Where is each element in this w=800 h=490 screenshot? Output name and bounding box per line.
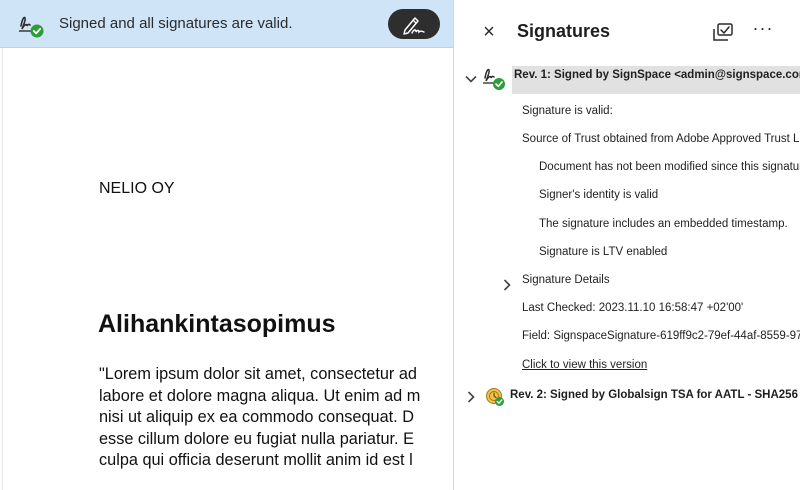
chevron-down-icon [464, 73, 478, 90]
body-line: esse cillum dolore eu fugiat nulla paria… [99, 429, 414, 448]
panel-title: Signatures [517, 21, 611, 41]
timestamp-seal-icon [485, 387, 505, 407]
more-icon: ··· [752, 18, 774, 38]
signature-status-banner: Signed and all signatures are valid. [0, 0, 453, 48]
validate-signatures-icon [711, 23, 735, 48]
body-line: "Lorem ipsum dolor sit amet, consectetur… [99, 365, 417, 383]
signature-valid-icon [16, 10, 46, 40]
signature-details-toggle[interactable] [500, 278, 514, 292]
check-item: Signature is LTV enabled [539, 246, 668, 258]
document-title: Alihankintasopimus [98, 310, 336, 338]
rev1-collapse-toggle[interactable] [464, 72, 478, 86]
validate-all-button[interactable] [711, 22, 735, 44]
body-line: culpa qui officia deserunt mollit anim i… [99, 451, 413, 469]
view-version-link[interactable]: Click to view this version [522, 359, 647, 371]
rev1-signature-row[interactable]: Rev. 1: Signed by SignSpace <admin@signs… [512, 66, 800, 94]
page-edge [2, 48, 3, 490]
check-item: Signer's identity is valid [539, 189, 659, 201]
more-options-button[interactable]: ··· [752, 18, 774, 42]
check-item: The signature includes an embedded times… [539, 218, 788, 230]
trust-source: Source of Trust obtained from Adobe Appr… [522, 133, 800, 145]
rev2-label[interactable]: Rev. 2: Signed by Globalsign TSA for AAT… [510, 389, 800, 401]
body-line: labore et dolore magna aliqua. Ut enim a… [99, 386, 421, 405]
check-item: Document has not been modified since thi… [539, 161, 800, 173]
chevron-right-icon [464, 391, 478, 408]
chevron-right-icon [500, 279, 514, 296]
rev2-expand-toggle[interactable] [464, 390, 478, 404]
signatures-panel: × Signatures ··· Rev. 1: Signed by SignS… [453, 0, 800, 490]
company-name: NELIO OY [99, 180, 175, 197]
sign-document-button[interactable] [388, 9, 440, 39]
last-checked: Last Checked: 2023.11.10 16:58:47 +02'00… [522, 302, 744, 314]
signature-details-label[interactable]: Signature Details [522, 274, 610, 286]
close-icon: × [483, 21, 495, 43]
banner-message: Signed and all signatures are valid. [59, 15, 293, 32]
body-line: nisi ut aliquip ex ea commodo consequat.… [99, 408, 414, 426]
document-body: "Lorem ipsum dolor sit amet, consectetur… [99, 364, 451, 472]
signature-valid-icon [480, 64, 508, 92]
signature-field: Field: SignspaceSignature-619ff9c2-79ef-… [522, 330, 800, 342]
document-view: Signed and all signatures are valid. NEL… [0, 0, 453, 490]
rev1-label: Rev. 1: Signed by SignSpace <admin@signs… [514, 69, 800, 81]
signature-status: Signature is valid: [522, 105, 613, 117]
close-panel-button[interactable]: × [479, 20, 499, 44]
